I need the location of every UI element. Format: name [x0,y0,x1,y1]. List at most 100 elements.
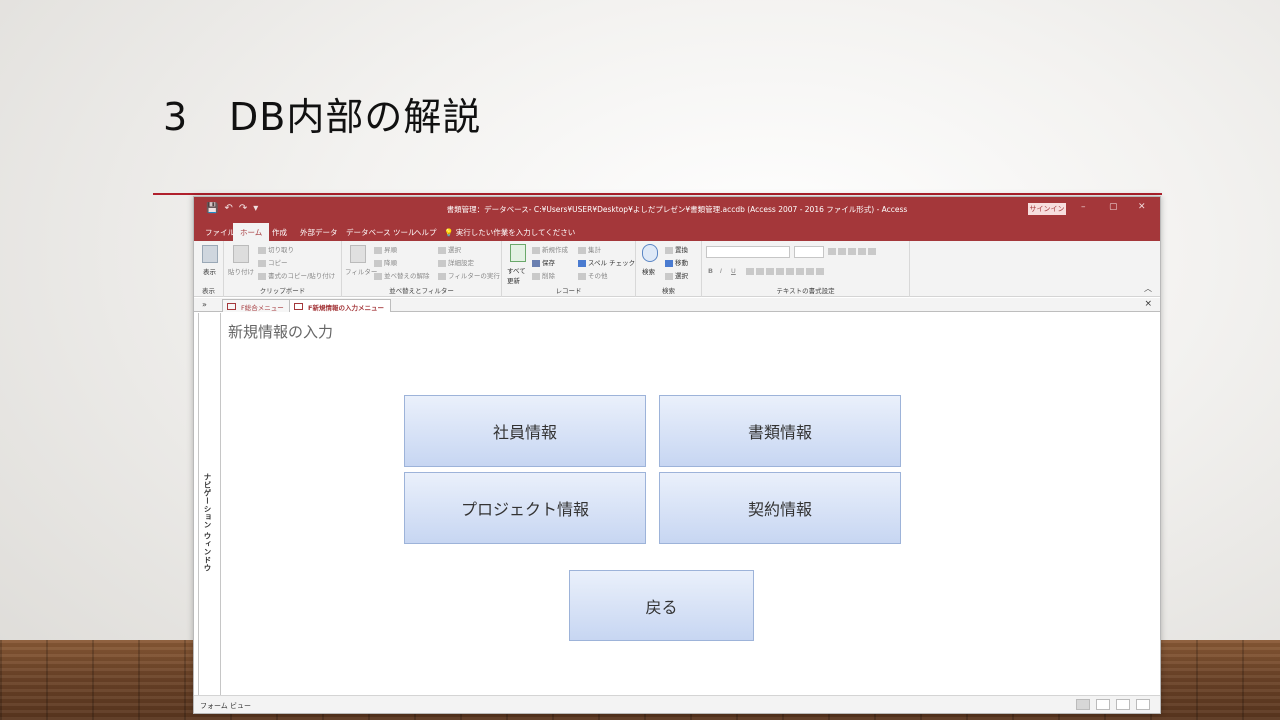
signin-button[interactable]: サインイン [1028,203,1066,215]
ribbon-group-view: 表示 表示 [194,241,224,297]
refresh-icon [510,244,526,262]
advanced-filter-button[interactable]: 詳細設定 [438,257,474,267]
replace-label: 置換 [675,246,688,254]
form-icon [294,303,303,310]
back-button[interactable]: 戻る [569,570,754,641]
new-record-label: 新規作成 [542,246,568,254]
selection-filter-button[interactable]: 選択 [438,244,461,254]
format-painter-button[interactable]: 書式のコピー/貼り付け [258,270,335,280]
paste-icon [233,245,249,263]
align-left-icon [776,267,784,275]
selection-filter-icon [438,246,446,254]
close-window-button[interactable]: ✕ [1138,202,1146,212]
save-record-icon [532,259,540,267]
document-info-button[interactable]: 書類情報 [659,395,901,467]
underline-button[interactable]: U [731,267,736,275]
save-record-label: 保存 [542,259,555,267]
tab-external-data[interactable]: 外部データ [300,227,338,238]
copy-button[interactable]: コピー [258,257,288,267]
brush-icon [258,272,266,280]
font-name-combo[interactable] [706,246,790,258]
sort-asc-button[interactable]: 昇順 [374,244,397,254]
design-view-icon[interactable] [1136,699,1150,710]
list-format-icons[interactable] [828,247,878,255]
advanced-filter-icon [438,259,446,267]
bold-button[interactable]: B [708,267,713,275]
more-button[interactable]: その他 [578,270,608,280]
tab-create[interactable]: 作成 [272,227,287,238]
tab-home[interactable]: ホーム [233,223,270,241]
replace-button[interactable]: 置換 [665,244,688,254]
select-button[interactable]: 選択 [665,270,688,280]
tell-me-search[interactable]: 💡 実行したい作業を入力してください [444,227,575,238]
ribbon: 表示 表示 貼り付け 切り取り コピー 書式のコピー/貼り付け クリップボード … [194,241,1160,297]
goto-label: 移動 [675,259,688,267]
view-icon [202,245,218,263]
status-bar: フォーム ビュー [194,695,1160,713]
color-align-icons[interactable] [746,267,826,275]
tab-help[interactable]: ヘルプ [414,227,437,238]
new-record-button[interactable]: 新規作成 [532,244,568,254]
ribbon-group-text-formatting: B I U テキストの書式設定 [702,241,910,297]
group-label-sort-filter: 並べ替えとフィルター [389,287,454,295]
font-size-combo[interactable] [794,246,824,258]
sort-asc-icon [374,246,382,254]
filter-icon [350,245,366,263]
italic-button[interactable]: I [720,267,722,275]
maximize-button[interactable]: ▢ [1109,202,1118,212]
toggle-filter-button[interactable]: フィルターの実行 [438,270,500,280]
delete-record-button[interactable]: 削除 [532,270,555,280]
copy-icon [258,259,266,267]
highlight-icon [756,267,764,275]
title-rule [153,193,1162,195]
employee-info-button[interactable]: 社員情報 [404,395,646,467]
spelling-label: スペル チェック [588,259,636,267]
minimize-button[interactable]: – [1081,202,1086,212]
selection-filter-label: 選択 [448,246,461,254]
collapse-ribbon-icon[interactable]: ︿ [1144,283,1152,294]
group-label-view: 表示 [202,287,215,295]
nav-pane-toggle-icon[interactable]: » [202,300,207,309]
toggle-filter-icon [438,272,446,280]
toggle-filter-label: フィルターの実行 [448,272,500,280]
group-label-records: レコード [555,287,582,295]
paste-button[interactable]: 貼り付け [228,266,254,276]
spelling-button[interactable]: スペル チェック [578,257,635,267]
goto-button[interactable]: 移動 [665,257,688,267]
sort-desc-button[interactable]: 降順 [374,257,397,267]
form-title: 新規情報の入力 [228,323,334,341]
slide-title-number: 3 [163,95,189,139]
filter-button[interactable]: フィルター [345,266,377,276]
ribbon-group-records: すべて更新 新規作成 保存 削除 集計 スペル チェック その他 レコード [502,241,636,297]
delete-record-label: 削除 [542,272,555,280]
form-view-icon[interactable] [1076,699,1090,710]
datasheet-view-icon[interactable] [1096,699,1110,710]
doc-tab-main-menu[interactable]: F総合メニュー [222,299,291,312]
sort-desc-icon [374,259,382,267]
bullets-icon [828,247,836,255]
cut-button[interactable]: 切り取り [258,244,294,254]
layout-view-icon[interactable] [1116,699,1130,710]
tell-me-label: 実行したい作業を入力してください [455,228,576,237]
project-info-button[interactable]: プロジェクト情報 [404,472,646,544]
navigation-pane[interactable]: ナビゲーション ウィンドウ [198,313,221,695]
fill-color-icon [766,267,774,275]
refresh-all-button[interactable]: すべて更新 [507,265,529,285]
clear-sort-button[interactable]: 並べ替えの解除 [374,270,430,280]
indent-icon [848,247,856,255]
navigation-pane-label: ナビゲーション ウィンドウ [203,473,212,573]
copy-label: コピー [268,259,288,267]
form-icon [227,303,236,310]
tab-database-tools[interactable]: データベース ツール [346,227,416,238]
more-label: その他 [588,272,608,280]
totals-button[interactable]: 集計 [578,244,601,254]
sort-desc-label: 降順 [384,259,397,267]
find-button[interactable]: 検索 [642,266,655,276]
ribbon-group-clipboard: 貼り付け 切り取り コピー 書式のコピー/貼り付け クリップボード [224,241,342,297]
save-record-button[interactable]: 保存 [532,257,555,267]
view-button[interactable]: 表示 [203,266,216,276]
tab-file[interactable]: ファイル [205,227,235,238]
contract-info-button[interactable]: 契約情報 [659,472,901,544]
doc-tab-new-entry-menu[interactable]: F新規情報の入力メニュー [289,299,391,312]
close-tab-icon[interactable]: × [1144,299,1152,309]
